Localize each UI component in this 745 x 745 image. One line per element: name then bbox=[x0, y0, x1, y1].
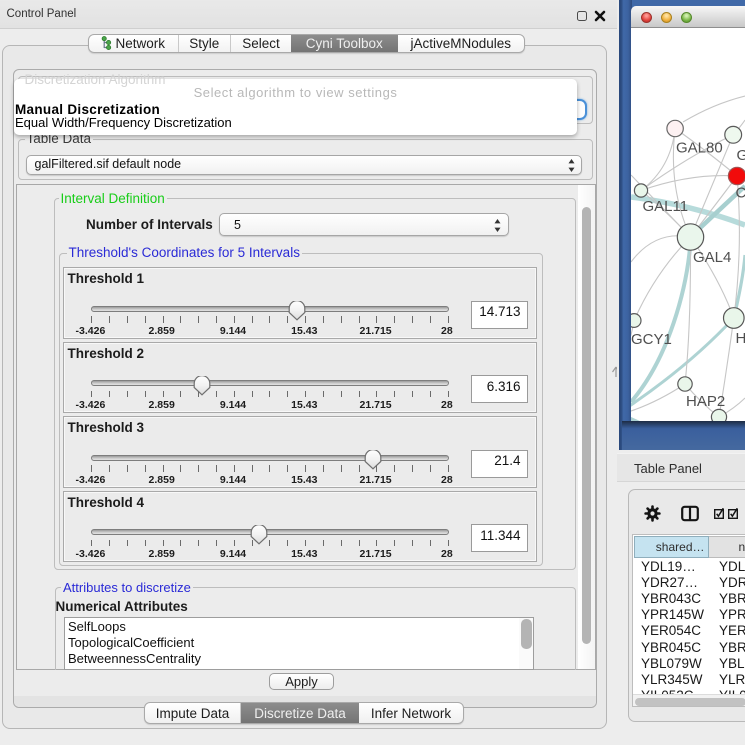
svg-text:CAF4: CAF4 bbox=[736, 185, 745, 202]
svg-text:HAP2: HAP2 bbox=[686, 393, 725, 410]
svg-text:HIS4: HIS4 bbox=[736, 330, 745, 347]
svg-text:GAL4: GAL4 bbox=[693, 249, 731, 266]
svg-text:GAL4: GAL4 bbox=[737, 147, 745, 164]
svg-text:GAL11: GAL11 bbox=[643, 198, 689, 215]
svg-text:GCY1: GCY1 bbox=[631, 331, 672, 348]
svg-text:GAL80: GAL80 bbox=[676, 140, 723, 157]
